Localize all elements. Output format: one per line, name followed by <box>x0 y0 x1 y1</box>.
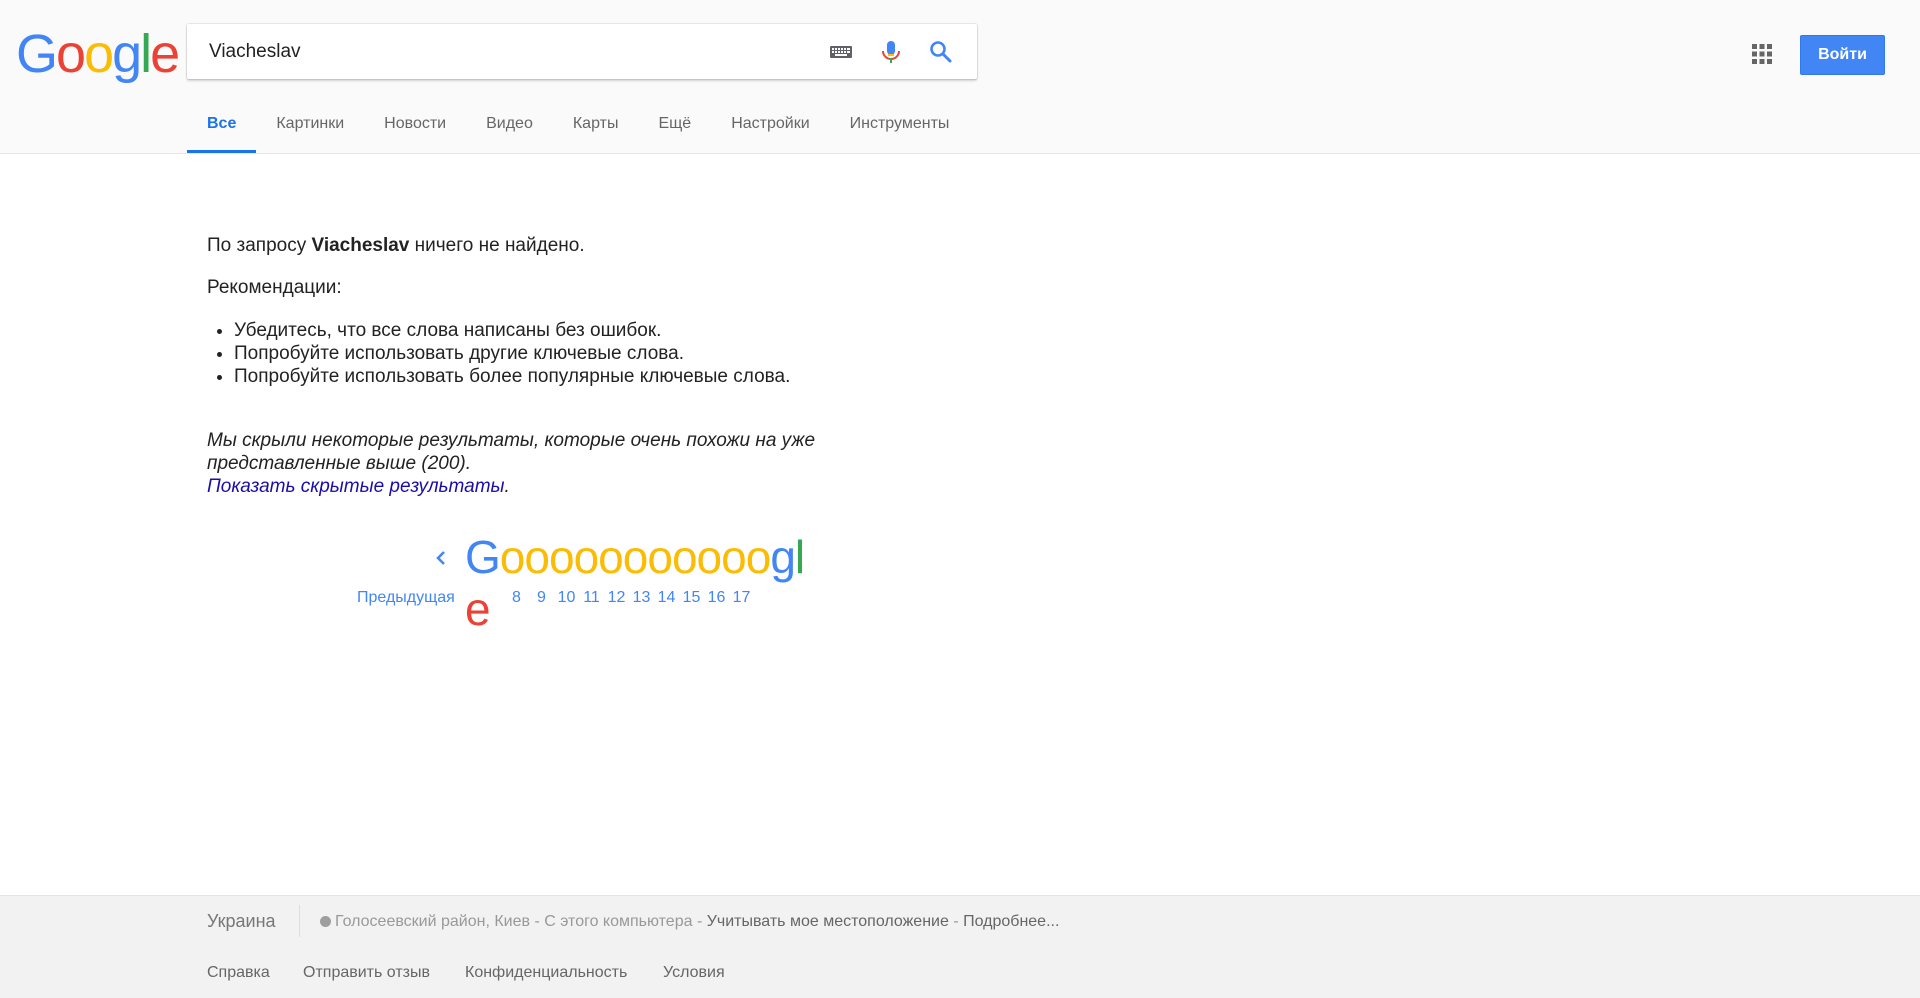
footer-location-bar: Украина Голосеевский район, Киев - С это… <box>0 895 1920 948</box>
no-results-message: По запросу Viacheslav ничего не найдено. <box>207 234 907 257</box>
use-location-link[interactable]: Учитывать мое местоположение <box>707 913 949 930</box>
show-hidden-suffix: . <box>504 476 510 497</box>
page-link[interactable]: 16 <box>704 589 729 607</box>
pagination-logo-letter: o <box>647 531 673 583</box>
tab-all[interactable]: Все <box>187 102 257 153</box>
no-results-prefix: По запросу <box>207 235 312 256</box>
tab-more[interactable]: Ещё <box>638 102 711 153</box>
pagination-logo-letter: o <box>524 531 550 583</box>
recommendations-title: Рекомендации: <box>207 277 342 298</box>
page-link[interactable]: 11 <box>579 589 604 607</box>
tab-images[interactable]: Картинки <box>256 102 364 153</box>
tab-video[interactable]: Видео <box>466 102 553 153</box>
previous-page-link[interactable]: Предыдущая <box>357 589 455 607</box>
search-box <box>187 24 977 79</box>
location-name: Голосеевский район, Киев <box>335 913 531 930</box>
show-hidden-results-link[interactable]: Показать скрытые результаты <box>207 476 505 497</box>
page-numbers: 8 9 10 11 12 13 14 15 16 17 <box>504 589 754 607</box>
location-sep: - <box>692 913 707 930</box>
omitted-text: Мы скрыли некоторые результаты, которые … <box>207 430 816 474</box>
page-link[interactable]: 9 <box>529 589 554 607</box>
logo-letter: o <box>56 24 86 84</box>
page-link[interactable]: 13 <box>629 589 654 607</box>
footer-link-feedback[interactable]: Отправить отзыв <box>303 964 430 982</box>
pagination-logo-letter: e <box>465 583 491 635</box>
omitted-results-notice: Мы скрыли некоторые результаты, которые … <box>207 429 907 498</box>
pagination-logo: Gooooooooooogle <box>465 531 817 635</box>
suggestion-item: Попробуйте использовать более популярные… <box>234 365 907 388</box>
pagination: Gooooooooooogle Предыдущая 8 9 10 11 12 … <box>357 531 817 635</box>
tab-tools[interactable]: Инструменты <box>830 102 970 153</box>
search-icon[interactable] <box>927 38 955 66</box>
logo-letter: G <box>16 24 58 84</box>
footer-divider <box>299 905 300 937</box>
footer-link-privacy[interactable]: Конфиденциальность <box>465 964 627 982</box>
no-results-suffix: ничего не найдено. <box>409 235 585 256</box>
logo-letter: l <box>140 24 152 84</box>
location-source: С этого компьютера <box>544 913 693 930</box>
page-link[interactable]: 12 <box>604 589 629 607</box>
suggestions-list: Убедитесь, что все слова написаны без ош… <box>207 319 907 388</box>
search-input[interactable] <box>207 36 791 68</box>
pagination-logo-letter: o <box>745 531 772 583</box>
header: Google Вой <box>0 0 1920 154</box>
logo-letter: e <box>150 24 180 84</box>
location-sep: - <box>530 913 545 930</box>
apps-grid-icon[interactable] <box>1750 42 1774 66</box>
results-area: По запросу Viacheslav ничего не найдено.… <box>207 234 907 498</box>
chevron-left-icon[interactable] <box>433 547 449 569</box>
logo-letter: o <box>84 24 114 84</box>
logo-letter: g <box>112 24 142 84</box>
mic-icon[interactable] <box>877 38 905 66</box>
pagination-logo-letter: o <box>548 531 575 583</box>
keyboard-icon[interactable] <box>827 38 855 66</box>
pagination-logo-letter: o <box>499 531 526 583</box>
pagination-logo-letter: l <box>794 531 805 583</box>
tab-maps[interactable]: Карты <box>553 102 639 153</box>
pagination-logo-letter: o <box>671 531 698 583</box>
suggestion-item: Попробуйте использовать другие ключевые … <box>234 342 907 365</box>
page-link[interactable]: 10 <box>554 589 579 607</box>
suggestion-item: Убедитесь, что все слова написаны без ош… <box>234 319 907 342</box>
tab-settings[interactable]: Настройки <box>711 102 829 153</box>
location-dot-icon <box>320 916 331 927</box>
pagination-logo-letter: o <box>696 531 723 583</box>
location-info: Голосеевский район, Киев - С этого компь… <box>320 913 1059 931</box>
footer-link-help[interactable]: Справка <box>207 964 270 982</box>
location-sep: - <box>948 913 964 930</box>
footer-links-bar: Справка Отправить отзыв Конфиденциальнос… <box>0 947 1920 998</box>
pagination-logo-letter: g <box>770 531 796 583</box>
pagination-logo-letter: G <box>465 531 501 583</box>
pagination-logo-letter: o <box>573 531 600 583</box>
pagination-logo-letter: o <box>622 531 649 583</box>
page-link[interactable]: 15 <box>679 589 704 607</box>
page-link[interactable]: 17 <box>729 589 754 607</box>
tab-news[interactable]: Новости <box>364 102 466 153</box>
page-link[interactable]: 14 <box>654 589 679 607</box>
more-info-link[interactable]: Подробнее... <box>963 913 1059 930</box>
pagination-logo-letter: o <box>721 531 747 583</box>
sign-in-button[interactable]: Войти <box>1800 35 1885 75</box>
page-link[interactable]: 8 <box>504 589 529 607</box>
pagination-logo-letter: o <box>598 531 624 583</box>
country-label: Украина <box>207 911 276 931</box>
google-logo[interactable]: Google <box>16 24 180 84</box>
search-tabs: Все Картинки Новости Видео Карты Ещё Нас… <box>187 102 969 153</box>
footer-link-terms[interactable]: Условия <box>663 964 725 982</box>
query-text: Viacheslav <box>311 235 410 256</box>
